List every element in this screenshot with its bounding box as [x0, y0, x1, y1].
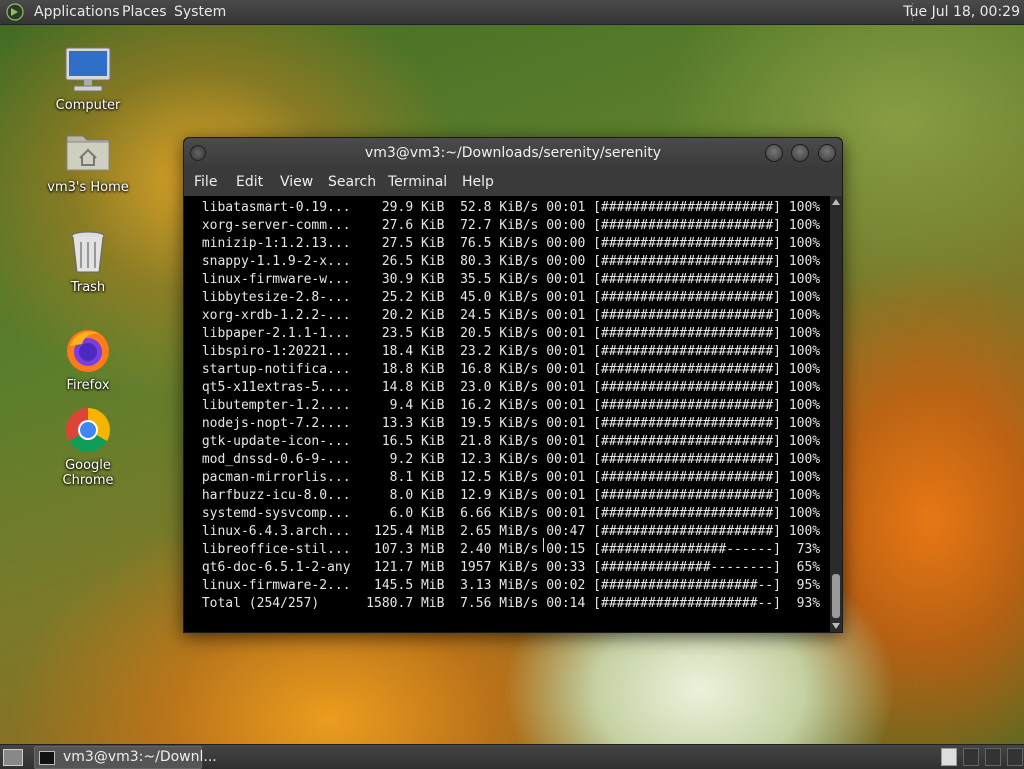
window-menu-icon[interactable]	[190, 145, 206, 161]
desktop-icon-label: vm3's Home	[47, 180, 129, 195]
menu-search[interactable]: Search	[328, 174, 376, 190]
firefox-icon	[64, 326, 112, 374]
menu-edit[interactable]: Edit	[236, 174, 263, 190]
workspace-4[interactable]	[1007, 748, 1023, 766]
show-desktop-icon[interactable]	[3, 749, 23, 766]
menu-terminal[interactable]: Terminal	[388, 174, 447, 190]
taskbar-item-terminal[interactable]: vm3@vm3:~/Downl...	[34, 746, 217, 769]
desktop-icon-label: Computer	[55, 98, 121, 113]
chrome-icon	[64, 406, 112, 454]
desktop-icon-label: Google Chrome	[62, 458, 114, 488]
desktop-icon-label: Trash	[70, 280, 106, 295]
close-button[interactable]	[818, 144, 836, 162]
top-panel: Applications Places System Tue Jul 18, 0…	[0, 0, 1024, 25]
scrollbar-thumb[interactable]	[832, 574, 840, 618]
places-menu[interactable]: Places	[122, 4, 167, 20]
distro-logo-icon[interactable]	[6, 3, 24, 21]
taskbar-item-label: vm3@vm3:~/Downl...	[63, 749, 217, 765]
desktop-icon-chrome[interactable]: Google Chrome	[38, 406, 138, 488]
minimize-button[interactable]	[765, 144, 783, 162]
scroll-down-arrow-icon[interactable]	[832, 623, 840, 629]
desktop-icon-trash[interactable]: Trash	[38, 228, 138, 295]
bottom-panel: vm3@vm3:~/Downl...	[0, 744, 1024, 769]
applications-menu[interactable]: Applications	[34, 4, 120, 20]
clock[interactable]: Tue Jul 18, 00:29	[903, 4, 1020, 20]
desktop-icon-firefox[interactable]: Firefox	[38, 326, 138, 393]
desktop-icon-computer[interactable]: Computer	[38, 46, 138, 113]
terminal-menubar: File Edit View Search Terminal Help	[184, 168, 842, 196]
trash-icon	[64, 228, 112, 276]
desktop-icon-home[interactable]: vm3's Home	[38, 128, 138, 195]
menu-help[interactable]: Help	[462, 174, 494, 190]
terminal-window[interactable]: vm3@vm3:~/Downloads/serenity/serenity Fi…	[183, 137, 843, 633]
workspace-3[interactable]	[985, 748, 1001, 766]
scroll-up-arrow-icon[interactable]	[832, 199, 840, 205]
home-folder-icon	[64, 128, 112, 176]
desktop-icon-label: Firefox	[66, 378, 110, 393]
menu-view[interactable]: View	[280, 174, 313, 190]
mouse-ibeam-cursor	[543, 538, 544, 552]
workspace-2[interactable]	[963, 748, 979, 766]
window-titlebar[interactable]: vm3@vm3:~/Downloads/serenity/serenity	[184, 138, 842, 168]
maximize-button[interactable]	[791, 144, 809, 162]
terminal-output[interactable]: libatasmart-0.19... 29.9 KiB 52.8 KiB/s …	[184, 196, 830, 632]
workspace-1[interactable]	[941, 748, 957, 766]
terminal-scrollbar[interactable]	[830, 196, 842, 632]
computer-icon	[64, 46, 112, 94]
terminal-icon	[39, 751, 55, 765]
window-title: vm3@vm3:~/Downloads/serenity/serenity	[364, 145, 662, 161]
terminal-text: libatasmart-0.19... 29.9 KiB 52.8 KiB/s …	[201, 200, 821, 611]
system-menu[interactable]: System	[174, 4, 226, 20]
menu-file[interactable]: File	[194, 174, 217, 190]
